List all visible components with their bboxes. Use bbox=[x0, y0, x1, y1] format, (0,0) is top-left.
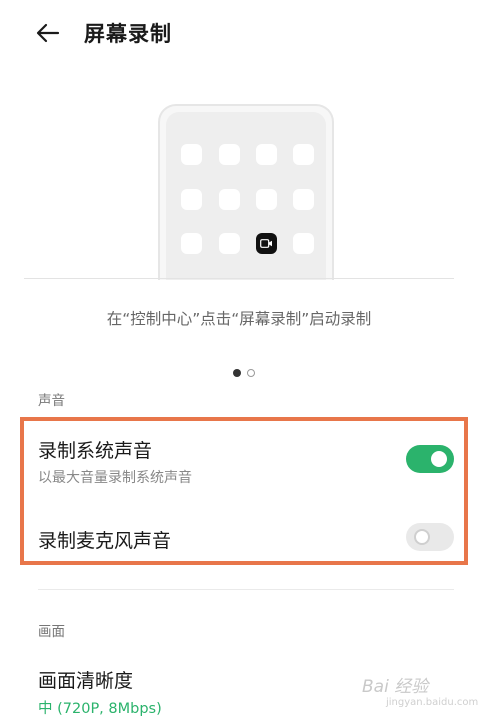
page-indicator bbox=[233, 368, 263, 378]
app-tile bbox=[293, 189, 314, 210]
back-arrow-icon bbox=[36, 23, 60, 43]
app-tile bbox=[293, 144, 314, 165]
picture-section-label: 画面 bbox=[38, 624, 65, 640]
watermark-url: jingyan.baidu.com bbox=[386, 697, 478, 708]
app-tile bbox=[181, 189, 202, 210]
page-title: 屏幕录制 bbox=[84, 22, 172, 46]
system-sound-toggle[interactable] bbox=[406, 445, 454, 473]
record-system-sound-title: 录制系统声音 bbox=[38, 440, 153, 462]
mic-sound-toggle[interactable] bbox=[406, 523, 454, 551]
phone-screen bbox=[166, 112, 326, 280]
phone-illustration bbox=[158, 104, 334, 280]
section-divider bbox=[38, 589, 454, 590]
toggle-knob bbox=[431, 451, 447, 467]
sound-section-label: 声音 bbox=[38, 393, 65, 409]
app-tile bbox=[219, 144, 240, 165]
record-system-sound-subtitle: 以最大音量录制系统声音 bbox=[38, 470, 192, 486]
app-tile bbox=[181, 233, 202, 254]
app-tile bbox=[219, 233, 240, 254]
app-tile bbox=[256, 189, 277, 210]
picture-clarity-title[interactable]: 画面清晰度 bbox=[38, 666, 133, 693]
screen-record-tile bbox=[256, 233, 277, 254]
app-tile bbox=[181, 144, 202, 165]
page-dot[interactable] bbox=[247, 369, 255, 377]
app-tile bbox=[219, 189, 240, 210]
video-camera-icon bbox=[260, 239, 272, 248]
page-dot-active[interactable] bbox=[233, 369, 241, 377]
illustration-caption: 在“控制中心”点击“屏幕录制”启动录制 bbox=[106, 310, 372, 328]
watermark-logo: Bai 经验 bbox=[362, 677, 429, 697]
illustration-divider bbox=[24, 278, 454, 279]
app-tile bbox=[256, 144, 277, 165]
app-tile bbox=[293, 233, 314, 254]
record-mic-sound-title: 录制麦克风声音 bbox=[38, 530, 172, 552]
toggle-knob bbox=[414, 529, 430, 545]
picture-clarity-value: 中 (720P, 8Mbps) bbox=[38, 701, 162, 717]
back-button[interactable] bbox=[34, 19, 62, 47]
app-header: 屏幕录制 bbox=[0, 0, 478, 64]
